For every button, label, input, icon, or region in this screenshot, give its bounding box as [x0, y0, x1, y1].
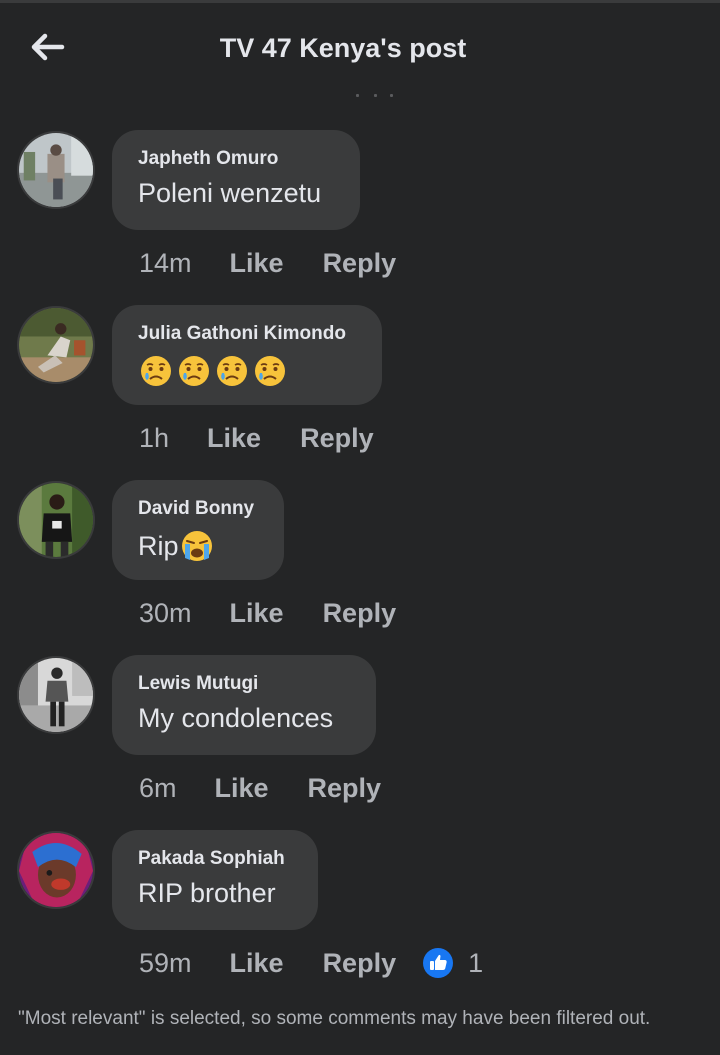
reply-button[interactable]: Reply — [300, 423, 374, 454]
comment-item: Lewis Mutugi My condolences 6m Like Repl… — [0, 655, 720, 815]
avatar[interactable] — [17, 131, 95, 209]
avatar[interactable] — [17, 831, 95, 909]
comment-author[interactable]: David Bonny — [138, 498, 258, 520]
like-button[interactable]: Like — [207, 423, 261, 454]
comment-text: Rip — [138, 528, 258, 564]
like-button[interactable]: Like — [230, 948, 284, 979]
comment-author[interactable]: Japheth Omuro — [138, 148, 334, 170]
reply-button[interactable]: Reply — [323, 948, 397, 979]
sad-tear-face-icon — [252, 353, 288, 389]
comment-author[interactable]: Lewis Mutugi — [138, 673, 350, 695]
like-button[interactable]: Like — [230, 248, 284, 279]
scroll-remnant — [356, 94, 396, 100]
sad-tear-face-icon — [214, 353, 250, 389]
comment-item: Julia Gathoni Kimondo 1h Like Reply — [0, 305, 720, 465]
header: TV 47 Kenya's post — [0, 3, 720, 93]
comment-author[interactable]: Pakada Sophiah — [138, 848, 292, 870]
comment-timestamp: 59m — [139, 947, 192, 978]
comment-item: Japheth Omuro Poleni wenzetu 14m Like Re… — [0, 130, 720, 290]
comment-text — [138, 353, 356, 389]
comment-actions: 6m Like Reply — [139, 771, 381, 805]
comment-item: Pakada Sophiah RIP brother 59m Like Repl… — [0, 830, 720, 990]
comment-bubble[interactable]: Julia Gathoni Kimondo — [112, 305, 382, 405]
comment-item: David Bonny Rip 30m Like Reply — [0, 480, 720, 640]
like-button[interactable]: Like — [230, 598, 284, 629]
thumbs-up-icon — [423, 948, 454, 978]
comment-timestamp: 30m — [139, 597, 192, 628]
comment-bubble[interactable]: Lewis Mutugi My condolences — [112, 655, 376, 755]
loudly-crying-face-icon — [179, 528, 215, 564]
comment-author[interactable]: Julia Gathoni Kimondo — [138, 323, 356, 345]
comment-timestamp: 6m — [139, 772, 177, 803]
comment-text: Poleni wenzetu — [138, 178, 322, 208]
comment-bubble[interactable]: Pakada Sophiah RIP brother — [112, 830, 318, 930]
sad-tear-face-icon — [176, 353, 212, 389]
comment-bubble[interactable]: Japheth Omuro Poleni wenzetu — [112, 130, 360, 230]
comment-actions: 59m Like Reply 1 — [139, 946, 483, 980]
reply-button[interactable]: Reply — [323, 248, 397, 279]
page-title: TV 47 Kenya's post — [219, 33, 467, 63]
sad-tear-face-icon — [138, 353, 174, 389]
comment-text: RIP brother — [138, 878, 276, 908]
comment-bubble[interactable]: David Bonny Rip — [112, 480, 284, 580]
reply-button[interactable]: Reply — [323, 598, 397, 629]
comment-actions: 1h Like Reply — [139, 421, 374, 455]
comment-timestamp: 1h — [139, 422, 170, 453]
reply-button[interactable]: Reply — [308, 773, 382, 804]
avatar[interactable] — [17, 481, 95, 559]
filter-notice: "Most relevant" is selected, so some com… — [18, 1008, 651, 1029]
comment-text-content: Rip — [138, 530, 179, 561]
avatar[interactable] — [17, 306, 95, 384]
reaction-summary[interactable]: 1 — [422, 947, 483, 979]
comment-actions: 30m Like Reply — [139, 596, 396, 630]
like-button[interactable]: Like — [215, 773, 269, 804]
reaction-count: 1 — [468, 947, 484, 978]
comment-timestamp: 14m — [139, 247, 192, 278]
comment-text: My condolences — [138, 703, 334, 733]
avatar[interactable] — [17, 656, 95, 734]
comment-actions: 14m Like Reply — [139, 246, 396, 280]
